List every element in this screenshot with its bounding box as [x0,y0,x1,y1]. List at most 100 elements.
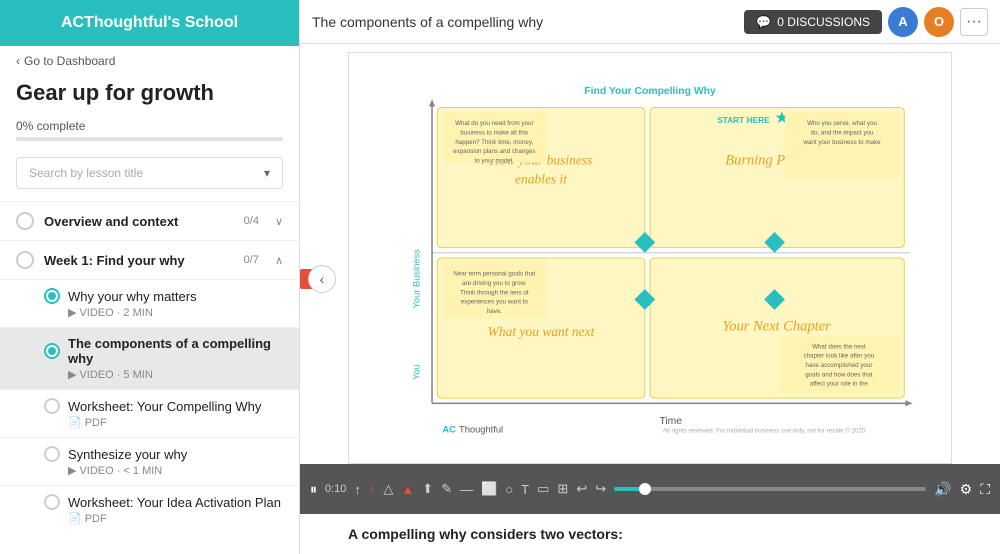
svg-text:happen? Think time, money,: happen? Think time, money, [455,139,533,146]
search-wrap: Search by lesson title ▾ [0,153,299,201]
annotation-screen[interactable]: ▭ [537,481,549,497]
annotation-arrow-up[interactable]: ↑ [354,482,361,497]
pdf-icon-idea: 📄 [68,512,82,525]
annotation-up2[interactable]: ⬆ [422,481,433,497]
lesson-circle-why-matters [44,288,60,304]
timeline-progress [614,487,639,491]
section-circle-week1 [16,251,34,269]
svg-text:chapter look like after you: chapter look like after you [803,353,874,360]
svg-text:What do you need from your: What do you need from your [455,120,533,127]
discussions-button[interactable]: 💬 0 DISCUSSIONS [744,10,882,34]
back-to-dashboard[interactable]: ‹ Go to Dashboard [0,46,299,76]
lesson-item-worksheet-idea[interactable]: Worksheet: Your Idea Activation Plan 📄 P… [0,485,299,533]
svg-text:START HERE: START HERE [717,115,770,125]
annotation-arrow-filled[interactable]: ↑ [369,482,376,497]
svg-text:Near term personal goals that: Near term personal goals that [453,271,535,278]
compelling-why-text: A compelling why considers two vectors: [348,526,623,542]
svg-text:What does the next: What does the next [812,343,866,350]
school-name: ACThoughtful's School [0,0,299,46]
main-lesson-title: The components of a compelling why [312,14,543,30]
svg-text:are driving you to grow.: are driving you to grow. [462,280,527,287]
lesson-meta-synthesize: ▶ VIDEO · < 1 MIN [68,464,283,477]
section-overview[interactable]: Overview and context 0/4 ∨ [0,201,299,240]
annotation-grid[interactable]: ⊞ [557,481,568,497]
pdf-icon-worksheet: 📄 [68,416,82,429]
svg-text:Find Your Compelling Why: Find Your Compelling Why [584,86,716,97]
top-right-icons: 💬 0 DISCUSSIONS A O ··· [744,7,988,37]
annotation-arrow-outline[interactable]: △ [383,481,393,497]
annotation-dash[interactable]: — [460,482,473,497]
back-arrow-icon: ‹ [16,54,20,68]
diagram-svg: Find Your Compelling Why Time Your Busin… [349,53,951,463]
chevron-down-icon: ▾ [264,166,270,180]
lesson-item-synthesize[interactable]: Synthesize your why ▶ VIDEO · < 1 MIN [0,437,299,485]
svg-text:do, and the impact you: do, and the impact you [811,129,874,136]
svg-text:to your model.: to your model. [475,158,515,165]
lesson-item-why-matters[interactable]: Why your why matters ▶ VIDEO · 2 MIN [0,279,299,327]
annotation-arrow-solid[interactable]: ▲ [401,482,414,497]
video-icon-why: ▶ [68,306,76,319]
video-icon-synthesize: ▶ [68,464,76,477]
lesson-item-worksheet-compelling[interactable]: Worksheet: Your Compelling Why 📄 PDF [0,389,299,437]
course-title: Gear up for growth [0,76,299,114]
lesson-item-components[interactable]: The components of a compelling why ▶ VID… [0,327,299,389]
avatar-o[interactable]: O [924,7,954,37]
search-input[interactable]: Search by lesson title ▾ [16,157,283,189]
main-topbar: The components of a compelling why 💬 0 D… [300,0,1000,44]
svg-text:experiences you want to: experiences you want to [461,299,529,306]
chevron-week1: ∧ [275,254,283,267]
svg-text:Your Next Chapter: Your Next Chapter [722,319,831,335]
below-video: A compelling why considers two vectors: [300,514,1000,554]
video-area: ‹ Find Your Compelling Why Time Yo [300,44,1000,514]
slide-back-button[interactable]: ‹ [308,265,336,293]
left-arrow-icon: ‹ [320,271,325,287]
chevron-overview: ∨ [275,215,283,228]
progress-section: 0% complete [0,114,299,153]
fullscreen-button[interactable]: ⛶ [980,481,990,498]
play-pause-button[interactable]: ⏸ [310,481,317,498]
progress-bar-bg [16,137,283,141]
svg-text:want your business to make: want your business to make [802,139,881,146]
svg-text:have.: have. [487,308,502,315]
main-content: The components of a compelling why 💬 0 D… [300,0,1000,554]
annotation-shape1[interactable]: ⬜ [481,481,497,497]
annotation-redo[interactable]: ↪ [595,481,606,497]
volume-button[interactable]: 🔊 [934,481,951,498]
svg-text:expansion plans and changes: expansion plans and changes [453,148,535,155]
lesson-circle-synthesize [44,446,60,462]
svg-text:Who you serve, what you: Who you serve, what you [807,120,877,127]
current-time: 0:10 [325,483,346,495]
svg-text:Time: Time [659,416,682,427]
avatar-a[interactable]: A [888,7,918,37]
settings-button[interactable]: ⚙ [960,481,973,498]
svg-text:Think through the lens of: Think through the lens of [460,289,529,296]
annotation-pen[interactable]: ✎ [441,481,452,497]
svg-text:What you want next: What you want next [488,324,596,339]
discussions-icon: 💬 [756,15,771,29]
annotation-text[interactable]: T [521,482,529,497]
svg-text:All rights reserved. For indiv: All rights reserved. For individual busi… [663,427,866,434]
lesson-circle-worksheet [44,398,60,414]
annotation-undo[interactable]: ↩ [576,481,587,497]
video-controls: ⏸ 0:10 ↑ ↑ △ ▲ ⬆ ✎ — ⬜ ○ T ▭ ⊞ ↩ ↪ 🔊 ⚙ ⛶ [300,464,1000,514]
lesson-meta-idea: 📄 PDF [68,512,283,525]
lesson-meta-worksheet: 📄 PDF [68,416,283,429]
svg-text:You: You [412,364,422,380]
section-week1[interactable]: Week 1: Find your why 0/7 ∧ [0,240,299,279]
lesson-circle-idea [44,494,60,510]
lesson-meta-why-matters: ▶ VIDEO · 2 MIN [68,306,283,319]
svg-text:goals and how does that: goals and how does that [805,371,873,378]
annotation-shape2[interactable]: ○ [505,482,513,497]
lesson-circle-components [44,343,60,359]
more-options-button[interactable]: ··· [960,8,988,36]
timeline-bar[interactable] [614,487,926,491]
svg-text:enables it: enables it [515,171,568,186]
svg-text:affect your role in the: affect your role in the [810,381,869,388]
section-circle-overview [16,212,34,230]
sidebar: ACThoughtful's School ‹ Go to Dashboard … [0,0,300,554]
video-icon-components: ▶ [68,368,76,381]
lesson-meta-components: ▶ VIDEO · 5 MIN [68,368,283,381]
svg-text:Your Business: Your Business [412,249,422,309]
svg-text:Thoughtful: Thoughtful [459,424,503,434]
svg-text:AC: AC [442,424,456,434]
